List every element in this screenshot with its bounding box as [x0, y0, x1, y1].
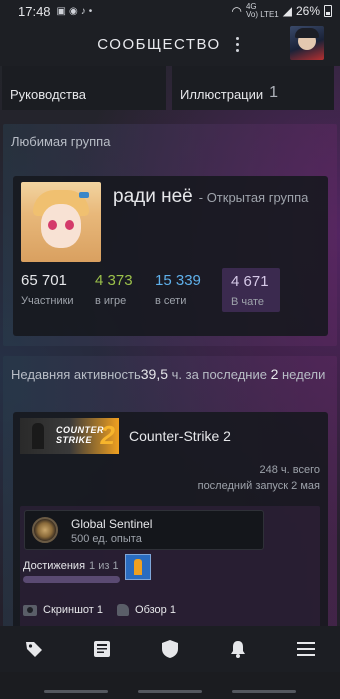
game-title[interactable]: Counter-Strike 2: [129, 428, 231, 444]
group-name-row: ради неё - Открытая группа: [113, 186, 308, 208]
network-label: 4G Vo) LTE1: [246, 3, 279, 19]
favorite-group-panel: Любимая группа ради неё - Открытая групп…: [3, 124, 337, 346]
stat-in-game-value: 4 373: [95, 272, 133, 289]
group-type: - Открытая группа: [198, 190, 309, 205]
recent-activity-hours: 39,5: [140, 366, 168, 382]
badge-card[interactable]: Global Sentinel 500 ед. опыта: [24, 510, 264, 550]
tile-artwork-label: Иллюстрации: [180, 87, 264, 102]
nav-security[interactable]: [152, 631, 188, 667]
wifi-icon: ◠: [231, 4, 242, 18]
recent-activity-period-suffix: недели: [278, 367, 326, 382]
tile-guides-label: Руководства: [10, 87, 86, 102]
game-details: Global Sentinel 500 ед. опыта Достижения…: [20, 506, 320, 626]
shield-icon: [162, 640, 178, 658]
battery-icon: [324, 5, 332, 17]
profile-content: Руководства Иллюстрации 1 Любимая группа…: [0, 66, 340, 626]
tag-icon: [26, 642, 42, 657]
recent-activity-panel: Недавняя активность39,5 ч. за последние …: [3, 356, 337, 626]
battery-percent: 26%: [295, 4, 320, 18]
nav-news[interactable]: [84, 631, 120, 667]
system-nav-bar: [0, 672, 340, 699]
badge-name: Global Sentinel: [71, 517, 153, 531]
app-header: СООБЩЕСТВО: [0, 22, 340, 66]
tile-artwork[interactable]: Иллюстрации 1: [172, 66, 334, 110]
achievements-title: Достижения: [23, 560, 86, 572]
stat-in-chat[interactable]: 4 671 В чате: [222, 268, 280, 312]
signal-icon: ◢: [282, 4, 292, 18]
bottom-nav: [0, 626, 340, 672]
tile-guides[interactable]: Руководства: [2, 66, 166, 110]
stat-in-game: 4 373 в игре: [95, 272, 133, 307]
stat-in-chat-label: В чате: [231, 296, 265, 308]
camera-icon: [23, 604, 37, 616]
stat-in-game-label: в игре: [95, 295, 127, 307]
recent-activity-header: Недавняя активность39,5 ч. за последние …: [3, 356, 337, 392]
system-nav-left[interactable]: [44, 690, 108, 693]
system-nav-right[interactable]: [232, 690, 296, 693]
badge-xp: 500 ед. опыта: [71, 533, 142, 545]
system-nav-home[interactable]: [138, 690, 202, 693]
game-banner-logo: COUNTER STRIKE: [56, 425, 104, 445]
thumbs-up-icon: [117, 604, 130, 616]
network-type: Vo) LTE1: [245, 10, 279, 19]
game-card: COUNTER STRIKE 2 Counter-Strike 2 248 ч.…: [13, 412, 328, 626]
status-right: ◠ 4G Vo) LTE1 ◢ 26%: [231, 3, 332, 19]
stat-members-label: Участники: [21, 295, 74, 307]
nav-menu[interactable]: [288, 631, 324, 667]
recent-activity-title: Недавняя активность: [11, 367, 141, 382]
game-footer-links: Скриншот 1 Обзор 1: [23, 604, 176, 616]
group-card[interactable]: ради неё - Открытая группа 65 701 Участн…: [13, 176, 328, 336]
stat-in-chat-value: 4 671: [231, 273, 269, 290]
game-total-hours: 248 ч. всего: [259, 464, 320, 476]
group-name[interactable]: ради неё: [113, 186, 193, 208]
group-stats: 65 701 Участники 4 373 в игре 15 339 в с…: [13, 268, 328, 322]
achievements-progress-bar: [23, 576, 120, 583]
stat-members-value: 65 701: [21, 272, 67, 289]
stat-members: 65 701 Участники: [21, 272, 74, 307]
game-last-played: последний запуск 2 мая: [197, 480, 320, 492]
achievements-count: 1 из 1: [89, 560, 119, 572]
more-options-icon[interactable]: [233, 36, 243, 52]
news-icon: [94, 641, 110, 657]
bell-icon: [231, 641, 245, 658]
group-avatar[interactable]: [21, 182, 101, 262]
recent-activity-unit: ч.: [168, 367, 182, 382]
status-bar: 17:48 ▣◉♪• ◠ 4G Vo) LTE1 ◢ 26%: [0, 0, 340, 22]
banner-line1: COUNTER: [56, 425, 104, 435]
achievement-icon[interactable]: [125, 554, 151, 580]
recent-activity-period-prefix: за последние: [182, 367, 271, 382]
stat-online-value: 15 339: [155, 272, 201, 289]
page-title: СООБЩЕСТВО: [97, 35, 221, 53]
hamburger-menu-icon: [297, 642, 315, 656]
favorite-group-title: Любимая группа: [11, 134, 111, 149]
achievements-label[interactable]: Достижения 1 из 1: [23, 560, 119, 572]
stat-online-label: в сети: [155, 295, 187, 307]
badge-icon: [32, 517, 58, 543]
screenshots-link[interactable]: Скриншот 1: [43, 604, 103, 616]
banner-number: 2: [100, 420, 115, 450]
user-avatar[interactable]: [290, 26, 324, 60]
status-time: 17:48: [18, 3, 51, 19]
nav-notifications[interactable]: [220, 631, 256, 667]
stat-online: 15 339 в сети: [155, 272, 201, 307]
reviews-link[interactable]: Обзор 1: [135, 604, 176, 616]
banner-line2: STRIKE: [56, 435, 93, 445]
nav-store[interactable]: [16, 631, 52, 667]
game-banner[interactable]: COUNTER STRIKE 2: [20, 418, 119, 454]
notification-icons: ▣◉♪•: [56, 5, 96, 17]
showcase-tiles: Руководства Иллюстрации 1: [0, 66, 340, 112]
tile-artwork-count: 1: [269, 84, 279, 101]
